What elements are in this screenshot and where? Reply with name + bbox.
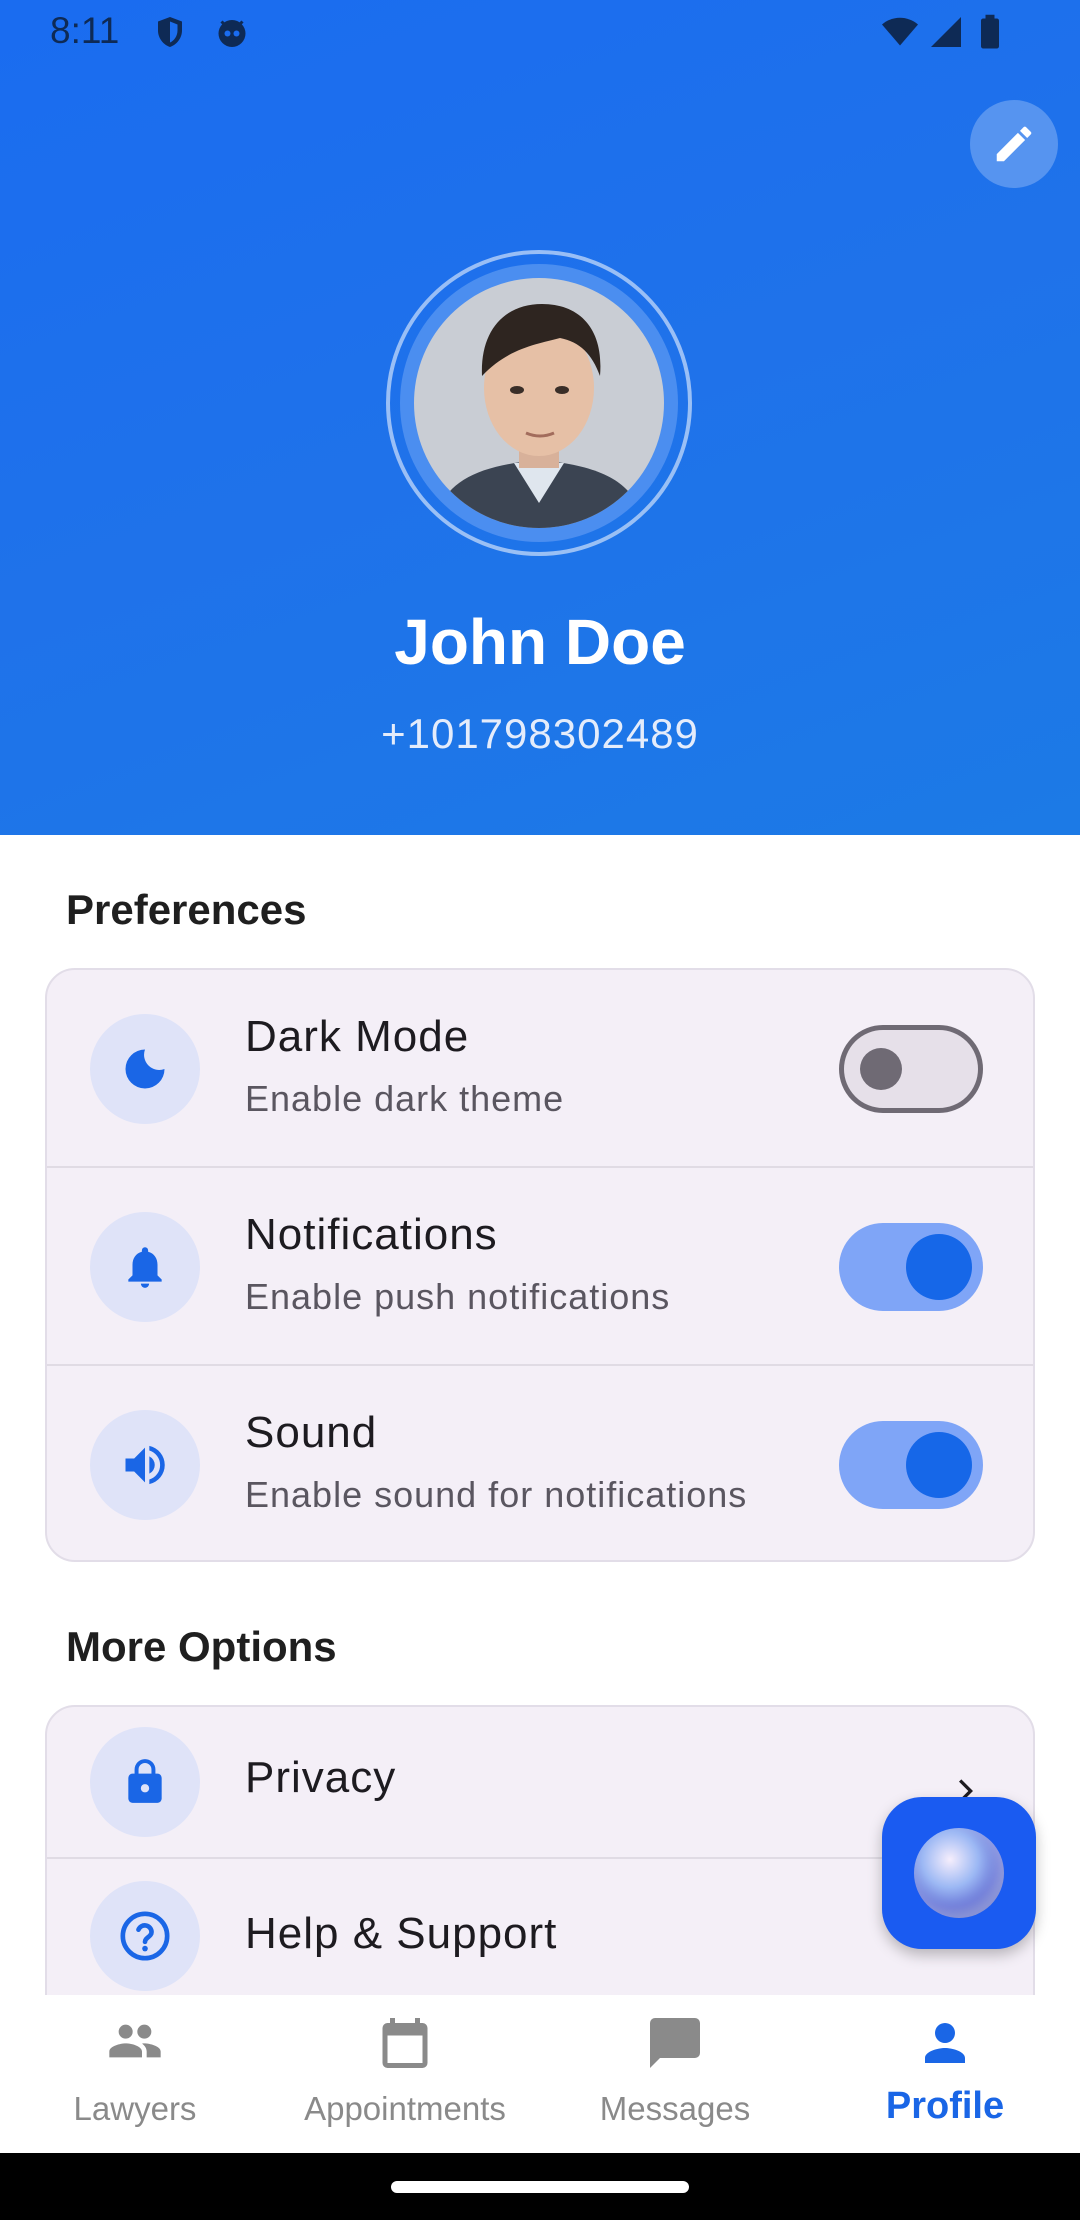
preferences-section-title: Preferences — [66, 886, 307, 933]
profile-phone: +101798302489 — [381, 710, 699, 757]
people-icon — [109, 2024, 161, 2058]
nav-profile[interactable]: Profile — [810, 1995, 1080, 2153]
bell-icon — [128, 1247, 162, 1288]
toggle-knob — [906, 1234, 972, 1300]
speaker-icon — [125, 1445, 165, 1485]
nav-profile-label: Profile — [885, 2085, 1005, 2127]
battery-icon — [981, 14, 999, 49]
nav-lawyers-label: Lawyers — [73, 2090, 197, 2127]
cellular-icon — [931, 17, 961, 47]
notifications-row[interactable]: Notifications Enable push notifications — [47, 1168, 1033, 1366]
help-support-title: Help & Support — [245, 1909, 558, 1958]
lock-icon — [128, 1759, 162, 1803]
help-icon — [120, 1911, 170, 1961]
edit-profile-button[interactable] — [970, 100, 1058, 188]
profile-header: 8:11 John Doe +101798302489 — [0, 0, 1080, 835]
home-gesture-handle[interactable] — [391, 2181, 689, 2193]
privacy-title: Privacy — [245, 1753, 397, 1802]
calendar-icon — [382, 2018, 428, 2068]
shield-icon — [158, 17, 182, 47]
dark-mode-icon-circle — [90, 1014, 200, 1124]
toggle-knob — [906, 1432, 972, 1498]
privacy-icon-circle — [90, 1727, 200, 1837]
nav-appointments[interactable]: Appointments — [270, 1995, 540, 2153]
sound-icon-circle — [90, 1410, 200, 1520]
nav-lawyers[interactable]: Lawyers — [0, 1995, 270, 2153]
assistant-orb-icon — [914, 1828, 1004, 1918]
sound-subtitle: Enable sound for notifications — [245, 1474, 748, 1515]
nav-appointments-label: Appointments — [304, 2090, 506, 2127]
app-notification-icon — [218, 20, 246, 47]
nav-messages-label: Messages — [599, 2090, 751, 2127]
avatar[interactable] — [400, 264, 678, 542]
dark-mode-title: Dark Mode — [245, 1012, 470, 1061]
dark-mode-row[interactable]: Dark Mode Enable dark theme — [47, 970, 1033, 1168]
dark-mode-toggle[interactable] — [839, 1025, 983, 1113]
status-time: 8:11 — [50, 10, 120, 51]
wifi-icon — [882, 17, 918, 46]
preferences-card: Dark Mode Enable dark theme Notification… — [45, 968, 1035, 1562]
system-navigation-bar — [0, 2153, 1080, 2220]
nav-messages[interactable]: Messages — [540, 1995, 810, 2153]
profile-name: John Doe — [394, 606, 686, 678]
toggle-knob — [860, 1048, 902, 1090]
chat-icon — [650, 2018, 700, 2068]
more-options-section-title: More Options — [66, 1623, 337, 1670]
notifications-toggle[interactable] — [839, 1223, 983, 1311]
person-icon — [925, 2023, 965, 2063]
bottom-navigation: Lawyers Appointments Messages Profile — [0, 1995, 1080, 2153]
sound-title: Sound — [245, 1408, 378, 1457]
pencil-icon — [996, 126, 1032, 162]
notifications-subtitle: Enable push notifications — [245, 1276, 671, 1317]
moon-icon — [125, 1049, 165, 1089]
sound-row[interactable]: Sound Enable sound for notifications — [47, 1366, 1033, 1560]
dark-mode-subtitle: Enable dark theme — [245, 1078, 565, 1119]
avatar-photo — [414, 278, 664, 528]
assistant-fab-button[interactable] — [882, 1797, 1036, 1949]
notifications-icon-circle — [90, 1212, 200, 1322]
sound-toggle[interactable] — [839, 1421, 983, 1509]
notifications-title: Notifications — [245, 1210, 498, 1259]
help-icon-circle — [90, 1881, 200, 1991]
status-bar: 8:11 — [0, 0, 1080, 64]
